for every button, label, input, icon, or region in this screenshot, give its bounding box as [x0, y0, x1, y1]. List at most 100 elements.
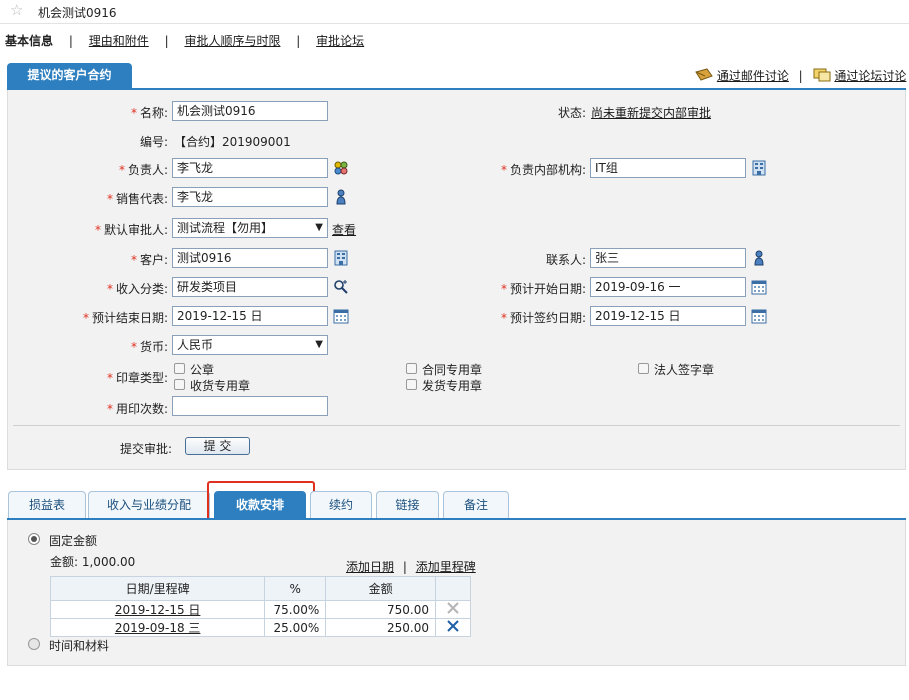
sales-rep-input[interactable]: 李飞龙 — [172, 187, 328, 207]
table-row: 2019-09-18 三 25.00% 250.00 — [49, 618, 471, 637]
delete-disabled-icon — [447, 602, 459, 614]
forum-chat-icon — [813, 68, 831, 82]
top-nav: 基本信息 | 理由和附件 | 审批人顺序与时限 | 审批论坛 — [5, 34, 365, 48]
table-header-row: 日期/里程碑 % 金额 — [49, 576, 471, 601]
number-value: 【合约】201909001 — [174, 135, 291, 149]
name-label: * 名称: — [130, 106, 168, 120]
delete-icon[interactable] — [446, 619, 460, 633]
customer-label: * 客户: — [130, 253, 168, 267]
tab-revenue-allocation[interactable]: 收入与业绩分配 — [88, 491, 210, 519]
window-title: 机会测试0916 — [38, 6, 117, 20]
income-category-label: * 收入分类: — [106, 282, 168, 296]
add-milestone-link[interactable]: 添加里程碑 — [416, 560, 476, 574]
status-link[interactable]: 尚未重新提交内部审批 — [591, 104, 711, 121]
status-label: 状态: — [557, 106, 586, 120]
row-percent: 25.00% — [264, 618, 327, 637]
person-picker-icon[interactable] — [333, 189, 349, 205]
row-date-link[interactable]: 2019-12-15 日 — [49, 600, 266, 619]
contact-picker-icon[interactable] — [751, 250, 767, 266]
submit-label: 提交审批: — [119, 442, 172, 456]
row-amount: 750.00 — [325, 600, 436, 619]
nav-approver-order[interactable]: 审批人顺序与时限 — [184, 34, 280, 48]
email-envelope-icon — [695, 68, 713, 81]
row-delete-cell — [435, 618, 471, 637]
seal-legal-rep-label: 法人签字章 — [654, 363, 715, 377]
owner-org-input[interactable]: IT组 — [590, 158, 746, 178]
calendar-icon[interactable] — [751, 279, 767, 295]
number-label: 编号: — [139, 135, 168, 149]
row-amount: 250.00 — [325, 618, 436, 637]
tab-renewal[interactable]: 续约 — [310, 491, 372, 519]
seal-count-label: * 用印次数: — [106, 402, 168, 416]
org-picker-icon[interactable] — [751, 160, 767, 176]
chevron-down-icon: ▼ — [315, 339, 323, 350]
seal-delivery-checkbox[interactable] — [406, 379, 417, 390]
nav-approval-forum[interactable]: 审批论坛 — [316, 34, 364, 48]
people-picker-icon[interactable] — [333, 160, 349, 176]
fixed-amount-radio[interactable] — [28, 533, 40, 545]
planned-start-label: * 预计开始日期: — [500, 282, 586, 296]
default-approver-select[interactable]: 测试流程【勿用】 ▼ — [172, 218, 328, 238]
income-category-input[interactable]: 研发类项目 — [172, 277, 328, 297]
row-date-link[interactable]: 2019-09-18 三 — [49, 618, 266, 637]
tab-income-statement[interactable]: 损益表 — [8, 491, 86, 519]
name-input[interactable]: 机会测试0916 — [172, 101, 328, 121]
owner-label: * 负责人: — [118, 163, 168, 177]
planned-sign-label: * 预计签约日期: — [500, 311, 586, 325]
seal-contract-label: 合同专用章 — [422, 363, 483, 377]
tab-links[interactable]: 链接 — [376, 491, 439, 519]
seal-receipt-checkbox[interactable] — [174, 379, 185, 390]
time-material-radio[interactable] — [28, 638, 40, 650]
currency-label: * 货币: — [130, 340, 168, 354]
table-row: 2019-12-15 日 75.00% 750.00 — [49, 600, 471, 619]
column-header-percent: % — [264, 576, 327, 601]
planned-start-input[interactable]: 2019-09-16 一 — [590, 277, 746, 297]
seal-official-label: 公章 — [190, 363, 215, 377]
contact-input[interactable]: 张三 — [590, 248, 746, 268]
contact-label: 联系人: — [545, 253, 586, 267]
tab-notes[interactable]: 备注 — [443, 491, 509, 519]
seal-count-input[interactable] — [172, 396, 328, 416]
seal-legal-rep-checkbox[interactable] — [638, 363, 649, 374]
row-delete-cell — [435, 600, 471, 619]
seal-receipt-label: 收货专用章 — [190, 379, 251, 393]
forum-discuss-link[interactable]: 通过论坛讨论 — [834, 69, 906, 83]
chevron-down-icon: ▼ — [315, 222, 323, 233]
seal-contract-checkbox[interactable] — [406, 363, 417, 374]
section-tab: 提议的客户合约 — [7, 63, 132, 89]
add-date-link[interactable]: 添加日期 — [346, 560, 394, 574]
default-approver-label: * 默认审批人: — [94, 223, 168, 237]
star-icon[interactable]: ☆ — [10, 1, 23, 19]
column-header-date: 日期/里程碑 — [49, 576, 266, 601]
seal-type-label: * 印章类型: — [106, 371, 168, 385]
planned-sign-input[interactable]: 2019-12-15 日 — [590, 306, 746, 326]
submit-button[interactable]: 提 交 — [185, 437, 250, 455]
payment-schedule-table: 日期/里程碑 % 金额 2019-12-15 日 75.00% 750.00 2… — [49, 576, 471, 637]
view-approver-link[interactable]: 查看 — [332, 221, 356, 238]
owner-org-label: * 负责内部机构: — [500, 163, 586, 177]
calendar-icon[interactable] — [333, 308, 349, 324]
row-percent: 75.00% — [264, 600, 327, 619]
customer-picker-icon[interactable] — [333, 250, 349, 266]
planned-end-input[interactable]: 2019-12-15 日 — [172, 306, 328, 326]
email-discuss-link[interactable]: 通过邮件讨论 — [717, 69, 789, 83]
schedule-actions: 添加日期 | 添加里程碑 — [346, 560, 476, 574]
title-bar: ☆ 机会测试0916 — [0, 0, 909, 24]
sales-rep-label: * 销售代表: — [106, 192, 168, 206]
fixed-amount-label: 固定金额 — [49, 534, 98, 548]
calendar-icon[interactable] — [751, 308, 767, 324]
column-header-amount: 金额 — [325, 576, 436, 601]
seal-delivery-label: 发货专用章 — [422, 379, 483, 393]
search-plus-icon[interactable] — [333, 279, 349, 295]
owner-input[interactable]: 李飞龙 — [172, 158, 328, 178]
currency-select[interactable]: 人民币 ▼ — [172, 335, 328, 355]
customer-input[interactable]: 测试0916 — [172, 248, 328, 268]
column-header-actions — [435, 576, 471, 601]
time-material-label: 时间和材料 — [49, 639, 110, 653]
form-divider — [13, 425, 900, 426]
seal-official-checkbox[interactable] — [174, 363, 185, 374]
discuss-links: 通过邮件讨论 | 通过论坛讨论 — [695, 67, 906, 84]
amount-total: 金额: 1,000.00 — [50, 555, 136, 569]
nav-basic-info[interactable]: 基本信息 — [5, 34, 53, 48]
nav-reasons-attachments[interactable]: 理由和附件 — [89, 34, 149, 48]
